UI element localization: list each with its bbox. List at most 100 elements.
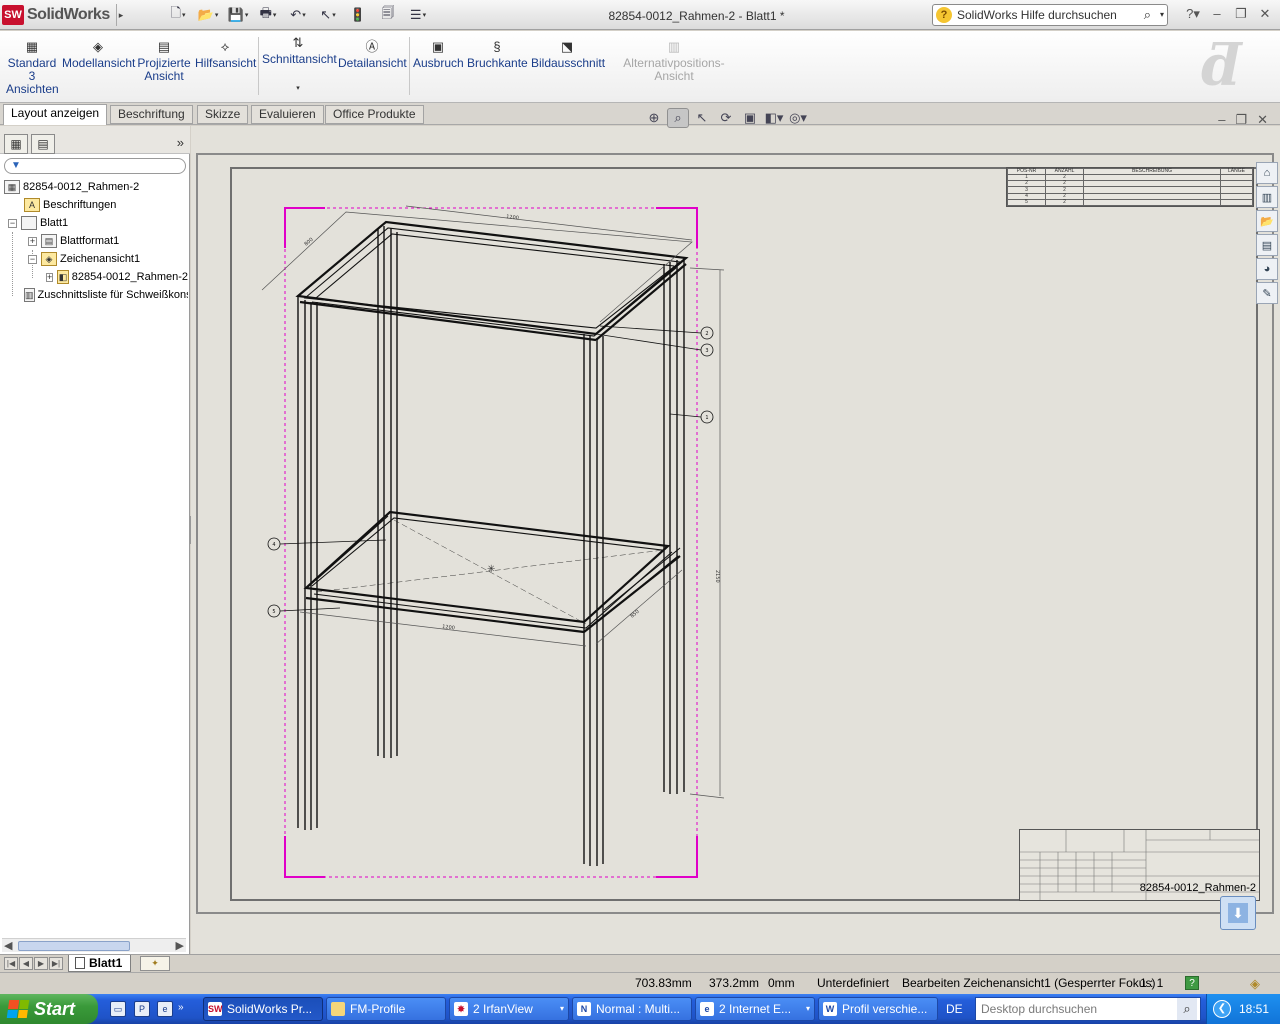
- menu-arrow-icon[interactable]: ▸: [115, 4, 126, 26]
- close-icon[interactable]: ✕: [1257, 112, 1268, 128]
- dim-top-length[interactable]: 1200: [506, 214, 519, 222]
- cmd-broken-out-section[interactable]: ▣ Ausbruch: [413, 39, 464, 70]
- clock[interactable]: 18:51: [1239, 1002, 1269, 1016]
- help-menu-icon[interactable]: ?▾: [1184, 6, 1202, 22]
- collapse-icon[interactable]: −: [8, 218, 17, 228]
- quick-launch-more-icon[interactable]: »: [178, 1002, 184, 1013]
- task-irfanview[interactable]: ✸ 2 IrfanView ▾: [449, 997, 569, 1021]
- expand-icon[interactable]: +: [46, 272, 54, 282]
- dim-top-depth[interactable]: 800: [303, 237, 314, 248]
- custom-properties-icon[interactable]: ✎: [1256, 282, 1278, 304]
- cmd-detail-view[interactable]: Ⓐ Detailansicht: [338, 39, 407, 70]
- show-desktop-icon[interactable]: ▭: [110, 1001, 126, 1017]
- print-icon[interactable]: 🖶 ▾: [255, 5, 281, 25]
- last-sheet-icon[interactable]: ▶|: [49, 957, 63, 970]
- tab-annotation[interactable]: Beschriftung: [110, 105, 193, 124]
- internet-explorer-icon[interactable]: e: [157, 1001, 173, 1017]
- pro-engineer-icon[interactable]: P: [134, 1001, 150, 1017]
- cmd-auxiliary-view[interactable]: ⟡ Hilfsansicht: [195, 39, 256, 70]
- cmd-crop-view[interactable]: ⬔ Bildausschnitt: [531, 39, 605, 70]
- solidworks-menu[interactable]: SW SolidWorks ▸: [2, 4, 126, 26]
- tag-icon[interactable]: ◈: [1250, 976, 1260, 992]
- options-icon[interactable]: ☰ ▾: [405, 5, 431, 25]
- minimize-icon[interactable]: –: [1218, 112, 1225, 128]
- tree-item-annotations[interactable]: A Beschriftungen: [24, 196, 116, 214]
- new-document-icon[interactable]: 🗋 ▾: [165, 5, 191, 25]
- search-icon[interactable]: ⌕: [1177, 998, 1197, 1020]
- scrollbar-thumb[interactable]: [18, 941, 130, 951]
- language-indicator[interactable]: DE: [946, 1002, 963, 1016]
- select-pointer-icon[interactable]: ↖ ▾: [315, 5, 341, 25]
- task-fm-profile[interactable]: FM-Profile: [326, 997, 446, 1021]
- minimize-icon[interactable]: –: [1208, 6, 1226, 22]
- status-scale[interactable]: 1 : 1: [1140, 976, 1163, 990]
- zoom-to-area-icon[interactable]: ⌕: [667, 108, 689, 128]
- restore-icon[interactable]: ❐: [1232, 6, 1250, 22]
- chevron-down-icon[interactable]: ▾: [262, 82, 334, 95]
- tab-evaluate[interactable]: Evaluieren: [251, 105, 324, 124]
- close-icon[interactable]: ✕: [1256, 6, 1274, 22]
- restore-icon[interactable]: ❐: [1235, 112, 1247, 128]
- task-internet-explorer[interactable]: e 2 Internet E... ▾: [695, 997, 815, 1021]
- scroll-right-icon[interactable]: ▶: [176, 939, 184, 952]
- tab-office-products[interactable]: Office Produkte: [325, 105, 424, 124]
- add-sheet-icon[interactable]: ✦: [140, 956, 170, 971]
- view-palette-icon[interactable]: ▤: [1256, 234, 1278, 256]
- tree-item-cut-list[interactable]: ▥ Zuschnittsliste für Schweißkonstruktio…: [24, 286, 188, 304]
- chevron-down-icon[interactable]: ▾: [302, 11, 306, 19]
- tree-item-part[interactable]: + ◧ 82854-0012_Rahmen-2: [46, 268, 188, 286]
- file-explorer-icon[interactable]: 📂: [1256, 210, 1278, 232]
- next-sheet-icon[interactable]: ▶: [34, 957, 48, 970]
- tab-sketch[interactable]: Skizze: [197, 105, 249, 124]
- chevron-down-icon[interactable]: ▾: [273, 11, 277, 19]
- open-folder-icon[interactable]: 📂 ▾: [195, 5, 221, 25]
- task-word[interactable]: W Profil verschie...: [818, 997, 938, 1021]
- hide-show-items-icon[interactable]: ◎▾: [787, 108, 809, 128]
- scroll-left-icon[interactable]: ◀: [4, 939, 12, 952]
- cmd-model-view[interactable]: ◈ Modellansicht: [62, 39, 135, 70]
- feature-tree-tab-icon[interactable]: ▦: [4, 134, 28, 154]
- save-icon[interactable]: 💾 ▾: [225, 5, 251, 25]
- frame-drawing-view[interactable]: ✳ 1200 800 2150 1200 850 2 3 1 4 5: [196, 153, 1274, 914]
- zoom-sheet-icon[interactable]: ▣: [739, 108, 761, 128]
- start-button[interactable]: Start: [0, 994, 98, 1024]
- appearances-icon[interactable]: ◕: [1256, 258, 1278, 280]
- horizontal-scrollbar[interactable]: ◀ ▶: [2, 938, 186, 952]
- desktop-search-input[interactable]: Desktop durchsuchen ⌕: [975, 997, 1201, 1021]
- file-properties-icon[interactable]: 🗐: [375, 5, 401, 25]
- search-icon[interactable]: ⌕: [1144, 7, 1151, 23]
- collapse-icon[interactable]: −: [28, 254, 37, 264]
- show-hidden-icons-icon[interactable]: ❮: [1213, 1000, 1231, 1018]
- tree-item-sheet[interactable]: − Blatt1: [8, 214, 68, 232]
- first-sheet-icon[interactable]: |◀: [4, 957, 18, 970]
- tree-filter-input[interactable]: ▼: [4, 158, 186, 174]
- scroll-down-button[interactable]: ⬇: [1220, 896, 1256, 930]
- chevron-down-icon[interactable]: ▾: [423, 11, 427, 19]
- tab-layout[interactable]: Layout anzeigen: [3, 104, 108, 125]
- expand-panel-icon[interactable]: »: [177, 135, 184, 150]
- home-icon[interactable]: ⌂: [1256, 162, 1278, 184]
- sheet-tab-blatt1[interactable]: Blatt1: [68, 955, 132, 972]
- quick-tips-icon[interactable]: ?: [1185, 976, 1199, 990]
- task-solidworks[interactable]: SW SolidWorks Pr...: [203, 997, 323, 1021]
- rebuild-icon[interactable]: ⟳: [715, 108, 737, 128]
- design-library-icon[interactable]: ▥: [1256, 186, 1278, 208]
- tree-item-root[interactable]: ▦ 82854-0012_Rahmen-2: [4, 178, 139, 196]
- chevron-down-icon[interactable]: ▾: [182, 11, 186, 19]
- chevron-down-icon[interactable]: ▾: [215, 11, 219, 19]
- cmd-projected-view[interactable]: ▤ Projizierte Ansicht: [136, 39, 192, 83]
- dim-height[interactable]: 2150: [714, 570, 720, 583]
- cmd-break[interactable]: § Bruchkante: [467, 39, 528, 70]
- property-manager-tab-icon[interactable]: ▤: [31, 134, 55, 154]
- chevron-down-icon[interactable]: ▾: [332, 11, 336, 19]
- cmd-standard-3-views[interactable]: ▦ Standard 3 Ansichten: [6, 39, 59, 96]
- rebuild-traffic-light-icon[interactable]: 🚦: [345, 5, 371, 25]
- display-style-icon[interactable]: ◧▾: [763, 108, 785, 128]
- title-block[interactable]: 82854-0012_Rahmen-2: [1019, 829, 1260, 901]
- previous-view-icon[interactable]: ↖: [691, 108, 713, 128]
- undo-icon[interactable]: ↶ ▾: [285, 5, 311, 25]
- previous-sheet-icon[interactable]: ◀: [19, 957, 33, 970]
- tree-item-sheet-format[interactable]: + ▤ Blattformat1: [28, 232, 119, 250]
- expand-icon[interactable]: +: [28, 236, 37, 246]
- cmd-section-view[interactable]: ⇅ Schnittansicht ▾: [262, 35, 337, 95]
